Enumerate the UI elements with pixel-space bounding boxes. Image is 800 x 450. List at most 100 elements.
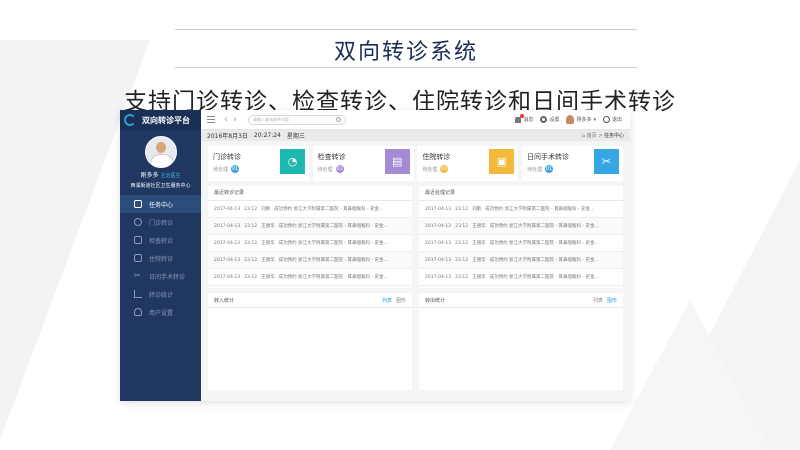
settings-button[interactable]: 设置 [540,116,559,123]
sidebar-item-day-surgery-referral[interactable]: ✂ 日间手术转诊 [120,267,201,285]
panel-title: 最近处理记录 [419,186,623,201]
sidebar-item-label: 日间手术转诊 [149,273,186,281]
clipboard-icon [134,254,142,262]
slide-title: 双向转诊系统 [333,40,478,65]
summary-cards: 门诊转诊 待处理 01 ◔ 检查转诊 待处理 01 ▤ 住院转诊 待处理 01 ▣ 日… [201,141,630,181]
recent-processed-panel: 最近处理记录 2017-04-13 23:12 刘鹏 成功预约 浙江大学附属第二医院 … [419,186,623,288]
stats-panels: 转入统计 列表 图形 转出统计 列表 图形 [201,288,630,390]
card-day-surgery-referral[interactable]: 日间手术转诊 待处理 01 ✂ [521,146,623,181]
list-item[interactable]: 2017-04-13 23:12 王朋华 成功预约 浙江大学附属第二医院 - 耳鼻咽喉… [208,269,412,286]
card-pending: 待处理 01 [527,165,553,173]
record-date: 2017-04-13 [214,274,241,280]
avatar[interactable] [144,136,177,168]
dashboard-icon [134,200,142,208]
record-text: 成功预约 浙江大学附属第二医院 - 耳鼻咽喉科 - 史金... [489,258,599,263]
search-input[interactable]: 请输入查询条件内容 [248,114,346,125]
panel-title: 最近转诊记录 [208,186,412,201]
pending-count-badge: 01 [440,165,449,173]
sidebar-item-user-settings[interactable]: 用户设置 [120,303,201,321]
main-content: ‹› 请输入查询条件内容 消息 设置 刚多多 ▾ 退出 2016年8月3日 20:… [201,110,630,401]
breadcrumb-current: 任务中心 [603,133,624,139]
sidebar-item-referral-stats[interactable]: 转诊统计 [120,285,201,303]
record-text: 成功预约 浙江大学附属第二医院 - 耳鼻咽喉科 - 史金... [485,207,595,212]
record-time: 23:12 [455,206,469,212]
card-outpatient-referral[interactable]: 门诊转诊 待处理 01 ◔ [208,146,309,181]
list-item[interactable]: 2017-04-13 23:12 王朋华 成功预约 浙江大学附属第二医院 - 耳鼻咽喉… [419,218,623,235]
tab-chart[interactable]: 图形 [607,298,617,304]
view-tabs: 列表 图形 [378,297,406,304]
clipboard-icon: ▣ [489,149,515,174]
current-weekday: 星期三 [286,133,305,140]
records-panels: 最近转诊记录 2017-04-13 23:12 刘鹏 成功预约 浙江大学附属第二医院 … [201,181,630,288]
user-role: 主治医生 [160,173,181,179]
record-name: 王朋华 [261,241,275,246]
record-name: 王朋华 [472,224,486,229]
stats-header: 转出统计 列表 图形 [419,293,623,308]
scissors-icon: ✂ [593,149,619,174]
breadcrumb-home[interactable]: 首页 [587,133,597,139]
sidebar-item-inpatient-referral[interactable]: 住院转诊 [120,249,201,267]
menu-icon[interactable] [207,114,215,125]
chevron-left-icon[interactable]: ‹ [224,114,233,125]
pending-label: 待处理 [317,166,333,173]
record-date: 2017-04-13 [214,206,241,212]
list-item[interactable]: 2017-04-13 23:12 王朋华 成功预约 浙江大学附属第二医院 - 耳鼻咽喉… [208,235,412,252]
background-triangle-bottom [610,300,770,450]
user-avatar-icon [566,115,575,124]
list-item[interactable]: 2017-04-13 23:12 刘鹏 成功预约 浙江大学附属第二医院 - 耳鼻咽喉科… [419,201,623,218]
list-item[interactable]: 2017-04-13 23:12 王朋华 成功预约 浙江大学附属第二医院 - 耳鼻咽喉… [419,269,623,286]
record-time: 23:12 [455,223,469,229]
list-item[interactable]: 2017-04-13 23:12 王朋华 成功预约 浙江大学附属第二医院 - 耳鼻咽喉… [419,252,623,269]
record-time: 23:12 [244,240,258,246]
outbound-stats-panel: 转出统计 列表 图形 [419,293,623,390]
pending-label: 待处理 [422,166,438,173]
tab-list[interactable]: 列表 [593,298,603,304]
current-date: 2016年8月3日 [207,133,248,140]
sidebar-item-task-center[interactable]: 任务中心 [120,195,201,213]
power-icon [602,116,610,123]
logout-button[interactable]: 退出 [602,116,622,123]
list-item[interactable]: 2017-04-13 23:12 王朋华 成功预约 浙江大学附属第二医院 - 耳鼻咽喉… [208,218,412,235]
sidebar-item-outpatient-referral[interactable]: 门诊转诊 [120,213,201,231]
stats-header: 转入统计 列表 图形 [208,293,412,308]
card-title: 检查转诊 [317,153,346,161]
avatar-face [155,142,166,153]
record-date: 2017-04-13 [214,223,241,229]
record-text: 成功预约 浙江大学附属第二医院 - 耳鼻咽喉科 - 史金... [489,224,599,229]
list-item[interactable]: 2017-04-13 23:12 刘鹏 成功预约 浙江大学附属第二医院 - 耳鼻咽喉科… [208,201,412,218]
stats-title: 转出统计 [425,297,446,304]
card-pending: 待处理 01 [213,165,240,173]
record-time: 23:12 [244,223,258,229]
username-label: 刚多多 [576,117,592,123]
chart-icon [134,290,142,298]
card-exam-referral[interactable]: 检查转诊 待处理 01 ▤ [312,146,414,181]
record-date: 2017-04-13 [214,257,241,263]
record-name: 王朋华 [472,275,486,280]
sidebar-item-exam-referral[interactable]: 检查转诊 [120,231,201,249]
list-item[interactable]: 2017-04-13 23:12 王朋华 成功预约 浙江大学附属第二医院 - 耳鼻咽喉… [419,235,623,252]
user-menu[interactable]: 刚多多 ▾ [566,115,596,124]
record-time: 23:12 [244,206,258,212]
list-item[interactable]: 2017-04-13 23:12 王朋华 成功预约 浙江大学附属第二医院 - 耳鼻咽喉… [208,252,412,269]
settings-label: 设置 [549,117,560,123]
chevron-right-icon[interactable]: › [233,114,242,125]
pending-count-badge: 01 [231,165,240,173]
sidebar-nav: 任务中心 门诊转诊 检查转诊 住院转诊 ✂ 日间手术转诊 转诊统计 用户设置 [120,195,201,321]
user-organization: 西溪街道社区卫生服务中心 [130,183,191,189]
view-tabs: 列表 图形 [589,297,617,304]
sidebar-item-label: 门诊转诊 [149,219,174,227]
messages-button[interactable]: 消息 [515,113,533,123]
record-text: 成功预约 浙江大学附属第二医院 - 耳鼻咽喉科 - 史金... [278,241,388,246]
card-title: 日间手术转诊 [526,153,569,161]
record-time: 23:12 [244,274,258,280]
search-icon[interactable] [336,117,341,122]
tab-list[interactable]: 列表 [382,298,392,304]
record-date: 2017-04-13 [425,223,452,229]
search-placeholder: 请输入查询条件内容 [253,116,289,122]
record-name: 王朋华 [261,275,275,280]
recent-referrals-panel: 最近转诊记录 2017-04-13 23:12 刘鹏 成功预约 浙江大学附属第二医院 … [208,186,412,288]
record-name: 王朋华 [261,258,275,263]
tab-chart[interactable]: 图形 [396,298,406,304]
card-inpatient-referral[interactable]: 住院转诊 待处理 01 ▣ [417,146,519,181]
topbar: ‹› 请输入查询条件内容 消息 设置 刚多多 ▾ 退出 [201,110,630,130]
